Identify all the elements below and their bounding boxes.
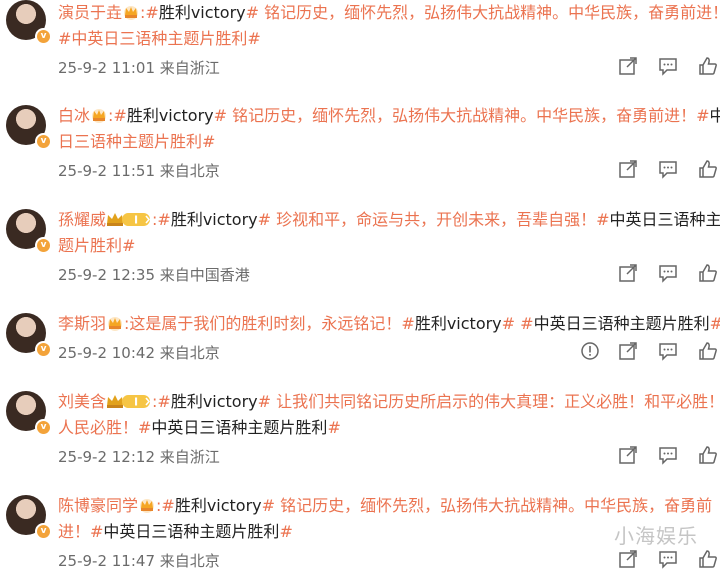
comment-body: :#胜利victory# 铭记历史，缅怀先烈，弘扬伟大抗战精神。中华民族，奋勇前 bbox=[156, 496, 713, 515]
avatar[interactable]: v bbox=[6, 391, 52, 436]
comment-actions bbox=[580, 159, 720, 181]
comment-location: 来自北京 bbox=[159, 162, 220, 180]
comment-body-cont: 题片胜利# bbox=[58, 236, 136, 255]
comment-icon[interactable] bbox=[658, 341, 680, 363]
crown-icon bbox=[92, 109, 107, 123]
like-icon[interactable] bbox=[698, 341, 720, 363]
comment-actions bbox=[580, 56, 720, 78]
forward-icon[interactable] bbox=[618, 159, 640, 181]
comment-meta: 25-9-2 12:35 来自中国香港 bbox=[58, 265, 250, 285]
comment-location: 来自北京 bbox=[159, 552, 220, 570]
crown-icon bbox=[108, 317, 123, 331]
comment-text-cont: 人民必胜！#中英日三语种主题片胜利# bbox=[58, 415, 341, 441]
comment-time: 25-9-2 11:01 bbox=[58, 59, 155, 77]
vip-badge-icon: I bbox=[107, 213, 151, 227]
comment-time: 25-9-2 10:42 bbox=[58, 344, 155, 362]
comment-meta: 25-9-2 10:42 来自北京 bbox=[58, 343, 220, 363]
comment-text: 演员于垚 :#胜利victory# 铭记历史，缅怀先烈，弘扬伟大抗战精神。中华民族… bbox=[58, 0, 720, 26]
comment-meta: 25-9-2 12:12 来自浙江 bbox=[58, 447, 220, 467]
watermark: 小海娱乐 bbox=[614, 524, 698, 548]
user-name[interactable]: 刘美含 bbox=[58, 392, 106, 411]
comment-body: :这是属于我们的胜利时刻，永远铭记！#胜利victory# #中英日三语种主题片… bbox=[124, 314, 720, 333]
forward-icon[interactable] bbox=[618, 56, 640, 78]
comment-actions bbox=[580, 549, 720, 571]
like-icon[interactable] bbox=[698, 263, 720, 285]
comment-icon[interactable] bbox=[658, 159, 680, 181]
comment-body-cont: 日三语种主题片胜利# bbox=[58, 132, 216, 151]
comment-icon[interactable] bbox=[658, 549, 680, 571]
comment-text: 孫耀威 I :#胜利victory# 珍视和平，命运与共，开创未来，吾辈自强！#中英… bbox=[58, 207, 720, 233]
comment-body-cont: 进！#中英日三语种主题片胜利# bbox=[58, 522, 293, 541]
like-icon[interactable] bbox=[698, 445, 720, 467]
comment-location: 来自中国香港 bbox=[159, 266, 250, 284]
user-name[interactable]: 演员于垚 bbox=[58, 3, 122, 22]
user-name[interactable]: 孫耀威 bbox=[58, 210, 106, 229]
comment-body-cont: 人民必胜！#中英日三语种主题片胜利# bbox=[58, 418, 341, 437]
comment-time: 25-9-2 11:51 bbox=[58, 162, 155, 180]
comment-time: 25-9-2 12:35 bbox=[58, 266, 155, 284]
comment-meta: 25-9-2 11:01 来自浙江 bbox=[58, 58, 220, 78]
verified-badge-icon: v bbox=[35, 133, 52, 150]
comment-text-cont: 进！#中英日三语种主题片胜利# bbox=[58, 519, 293, 545]
comment-text: 白冰 :#胜利victory# 铭记历史，缅怀先烈，弘扬伟大抗战精神。中华民族，奋… bbox=[58, 103, 720, 129]
verified-badge-icon: v bbox=[35, 419, 52, 436]
like-icon[interactable] bbox=[698, 56, 720, 78]
avatar[interactable]: v bbox=[6, 209, 52, 254]
verified-badge-icon: v bbox=[35, 523, 52, 540]
verified-badge-icon: v bbox=[35, 28, 52, 45]
comment-icon[interactable] bbox=[658, 263, 680, 285]
avatar[interactable]: v bbox=[6, 495, 52, 540]
forward-icon[interactable] bbox=[618, 341, 640, 363]
comment-actions bbox=[580, 263, 720, 285]
comment-time: 25-9-2 11:47 bbox=[58, 552, 155, 570]
comment-text-cont: 题片胜利# bbox=[58, 233, 135, 259]
comment-location: 来自浙江 bbox=[159, 59, 220, 77]
comment-actions bbox=[580, 445, 720, 467]
comment-text: 李斯羽 :这是属于我们的胜利时刻，永远铭记！#胜利victory# #中英日三语种… bbox=[58, 311, 720, 337]
like-icon[interactable] bbox=[698, 159, 720, 181]
comment-icon[interactable] bbox=[658, 445, 680, 467]
comment-meta: 25-9-2 11:51 来自北京 bbox=[58, 161, 220, 181]
user-name[interactable]: 陈博豪同学 bbox=[58, 496, 138, 515]
crown-icon bbox=[124, 6, 139, 20]
report-icon[interactable] bbox=[580, 341, 602, 363]
comment-text-cont: 日三语种主题片胜利# bbox=[58, 129, 215, 155]
crown-icon bbox=[140, 499, 155, 513]
comment-time: 25-9-2 12:12 bbox=[58, 448, 155, 466]
forward-icon[interactable] bbox=[618, 445, 640, 467]
comment-text: 陈博豪同学 :#胜利victory# 铭记历史，缅怀先烈，弘扬伟大抗战精神。中华民… bbox=[58, 493, 720, 519]
comment-actions bbox=[580, 341, 720, 363]
user-name[interactable]: 李斯羽 bbox=[58, 314, 106, 333]
comment-meta: 25-9-2 11:47 来自北京 bbox=[58, 551, 220, 571]
verified-badge-icon: v bbox=[35, 237, 52, 254]
comment-icon[interactable] bbox=[658, 56, 680, 78]
comment-body: :#胜利victory# 让我们共同铭记历史所启示的伟大真理：正义必胜！和平必胜… bbox=[152, 392, 720, 411]
comment-body: :#胜利victory# 珍视和平，命运与共，开创未来，吾辈自强！#中英日三语种… bbox=[152, 210, 720, 229]
comment-location: 来自浙江 bbox=[159, 448, 220, 466]
verified-badge-icon: v bbox=[35, 341, 52, 358]
comment-text-cont: #中英日三语种主题片胜利# bbox=[58, 26, 261, 52]
like-icon[interactable] bbox=[698, 549, 720, 571]
comment-body-cont: #中英日三语种主题片胜利# bbox=[58, 29, 261, 48]
forward-icon[interactable] bbox=[618, 549, 640, 571]
comment-text: 刘美含 I :#胜利victory# 让我们共同铭记历史所启示的伟大真理：正义必胜！… bbox=[58, 389, 720, 415]
avatar[interactable]: v bbox=[6, 313, 52, 358]
avatar[interactable]: v bbox=[6, 105, 52, 150]
avatar[interactable]: v bbox=[6, 0, 52, 45]
comment-body: :#胜利victory# 铭记历史，缅怀先烈，弘扬伟大抗战精神。中华民族，奋勇前… bbox=[108, 106, 720, 125]
vip-badge-icon: I bbox=[107, 395, 151, 409]
svg-text:I: I bbox=[134, 396, 138, 409]
comment-location: 来自北京 bbox=[159, 344, 220, 362]
user-name[interactable]: 白冰 bbox=[58, 106, 90, 125]
forward-icon[interactable] bbox=[618, 263, 640, 285]
comment-body: :#胜利victory# 铭记历史，缅怀先烈，弘扬伟大抗战精神。中华民族，奋勇前… bbox=[140, 3, 720, 22]
svg-text:I: I bbox=[134, 214, 138, 227]
